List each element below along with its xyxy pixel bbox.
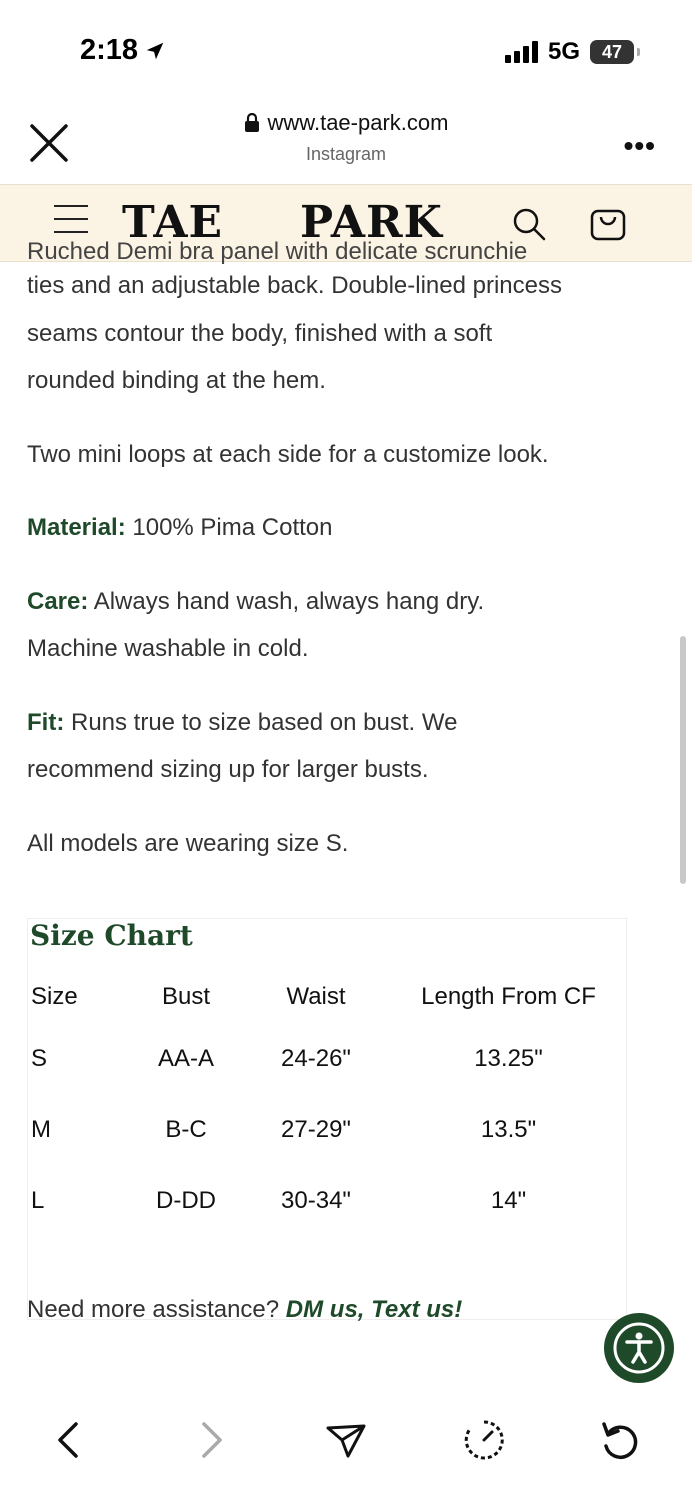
table-cell: 30-34" <box>281 1186 351 1214</box>
table-cell: D-DD <box>156 1186 216 1214</box>
signal-icon <box>504 41 538 63</box>
description-line: ties and an adjustable back. Double-line… <box>27 272 562 299</box>
send-icon[interactable] <box>324 1418 368 1462</box>
more-icon[interactable]: ••• <box>624 130 656 162</box>
status-bar: 2:18 5G 47 <box>0 0 692 100</box>
hamburger-icon[interactable] <box>54 205 88 239</box>
loops-note: Two mini loops at each side for a custom… <box>27 440 549 468</box>
description-line: seams contour the body, finished with a … <box>27 319 493 347</box>
column-header: Length From CF <box>421 983 596 1010</box>
care-value: Always hand wash, always hang dry. <box>88 587 485 615</box>
chevron-left-icon[interactable] <box>48 1418 92 1462</box>
url-text: www.tae-park.com <box>267 110 449 135</box>
care-info: Care: Always hand wash, always hang dry. <box>27 578 667 626</box>
bottom-toolbar <box>0 1400 692 1500</box>
lock-icon <box>244 113 259 132</box>
assistance-prompt: Need more assistance? <box>27 1296 286 1323</box>
table-cell: S <box>31 1044 48 1072</box>
accessibility-button[interactable] <box>604 1313 674 1383</box>
status-indicators: 5G 47 <box>504 38 640 66</box>
table-cell: 14" <box>490 1186 527 1214</box>
column-header: Bust <box>161 983 211 1010</box>
network-type: 5G <box>547 38 580 65</box>
column-header: Waist <box>286 983 346 1010</box>
product-description: ties and an adjustable back. Double-line… <box>27 262 667 867</box>
scrollbar[interactable] <box>680 636 686 884</box>
assistance-text: Need more assistance? DM us, Text us! <box>27 1296 462 1324</box>
url-display[interactable]: www.tae-park.com <box>244 110 449 136</box>
contact-link[interactable]: DM us, Text us! <box>286 1296 462 1323</box>
table-cell: M <box>31 1115 51 1143</box>
reload-icon[interactable] <box>598 1418 642 1462</box>
table-cell: 24-26" <box>281 1044 351 1072</box>
location-arrow-icon <box>146 42 164 59</box>
referrer-source: Instagram <box>305 144 387 164</box>
table-cell: 13.5" <box>480 1115 537 1143</box>
battery-icon: 47 <box>590 40 640 64</box>
material-value: 100% Pima Cotton <box>125 514 333 541</box>
status-time: 2:18 <box>80 34 166 67</box>
size-chart: Size Chart Size Bust Waist Length From C… <box>27 918 627 1320</box>
table-cell: AA-A <box>157 1044 214 1072</box>
table-row: L D-DD 30-34" 14" <box>28 1165 626 1236</box>
column-header: Size <box>31 983 78 1010</box>
size-chart-title: Size Chart <box>30 919 193 952</box>
cart-icon[interactable] <box>588 203 628 243</box>
care-label: Care: <box>27 587 89 615</box>
fit-value: Runs true to size based on bust. We <box>64 708 458 736</box>
care-info-cont: Machine washable in cold. <box>27 635 309 662</box>
description-line: rounded binding at the hem. <box>27 367 326 394</box>
material-info: Material: 100% Pima Cotton <box>27 504 667 552</box>
history-icon[interactable] <box>462 1418 506 1462</box>
fit-label: Fit: <box>27 708 65 736</box>
table-cell: 27-29" <box>281 1115 351 1143</box>
models-note: All models are wearing size S. <box>27 829 349 857</box>
table-cell: 13.25" <box>474 1044 543 1072</box>
fit-info-cont: recommend sizing up for larger busts. <box>27 756 429 783</box>
accessibility-icon <box>613 1322 665 1374</box>
table-cell: B-C <box>165 1115 207 1143</box>
fit-info: Fit: Runs true to size based on bust. We <box>27 699 667 747</box>
table-cell: L <box>31 1186 45 1214</box>
table-row: M B-C 27-29" 13.5" <box>28 1094 626 1165</box>
table-row: S AA-A 24-26" 13.25" <box>28 1023 626 1094</box>
address-area[interactable]: www.tae-park.com Instagram <box>0 110 692 165</box>
material-label: Material: <box>27 514 126 541</box>
browser-bar: www.tae-park.com Instagram ••• <box>0 100 692 184</box>
size-chart-table: Size Bust Waist Length From CF S AA-A 24… <box>28 971 626 1236</box>
time-text: 2:18 <box>80 34 139 66</box>
battery-level: 47 <box>601 41 623 62</box>
table-header-row: Size Bust Waist Length From CF <box>28 971 626 1023</box>
chevron-right-icon[interactable] <box>188 1418 232 1462</box>
